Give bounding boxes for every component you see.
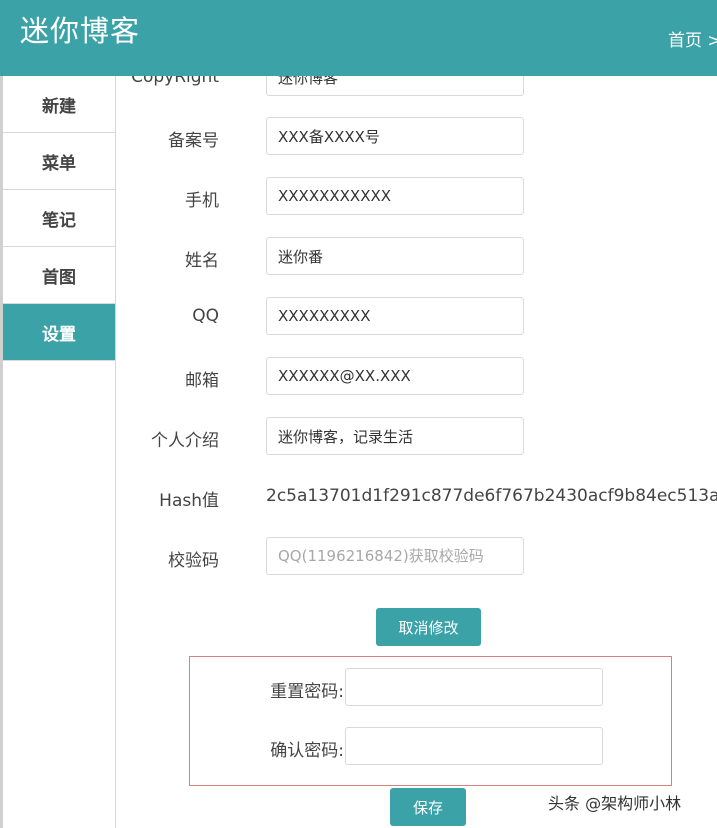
qq-label: QQ: [192, 306, 219, 326]
reset-password-label: 重置密码:: [270, 682, 344, 702]
sidebar-item-settings[interactable]: 设置: [3, 304, 115, 361]
qq-input[interactable]: [266, 297, 524, 335]
top-bar: 迷你博客 首页 >: [0, 0, 717, 76]
copyright-label: CopyRight: [131, 76, 219, 87]
sidebar-item-new[interactable]: 新建: [3, 76, 115, 133]
email-label: 邮箱: [185, 371, 219, 391]
name-input[interactable]: [266, 237, 524, 275]
bio-row: 个人介绍: [117, 417, 717, 455]
icp-input[interactable]: [266, 117, 524, 155]
name-row: 姓名: [117, 237, 717, 275]
hash-row: Hash值 2c5a13701d1f291c877de6f767b2430acf…: [117, 477, 717, 515]
icp-label: 备案号: [168, 131, 219, 151]
phone-row: 手机: [117, 177, 717, 215]
confirm-password-row: 确认密码:: [190, 727, 673, 765]
icp-row: 备案号: [117, 117, 717, 155]
verify-code-input[interactable]: [266, 537, 524, 575]
cancel-edit-button[interactable]: 取消修改: [376, 608, 481, 646]
verify-row: 校验码: [117, 537, 717, 575]
phone-label: 手机: [185, 191, 219, 211]
email-input[interactable]: [266, 357, 524, 395]
sidebar-item-menu[interactable]: 菜单: [3, 133, 115, 190]
reset-password-row: 重置密码:: [190, 668, 673, 706]
confirm-password-label: 确认密码:: [270, 741, 344, 761]
password-reset-box: 重置密码: 确认密码:: [189, 656, 672, 786]
site-title: 迷你博客: [20, 14, 141, 48]
qq-row: QQ: [117, 297, 717, 335]
watermark: 头条 @架构师小林: [548, 794, 682, 813]
copyright-row: CopyRight: [117, 76, 717, 96]
bio-label: 个人介绍: [151, 431, 219, 451]
email-row: 邮箱: [117, 357, 717, 395]
settings-form: CopyRight 备案号 手机 姓名 QQ 邮箱 个人介绍 Hash值 2c5…: [117, 76, 717, 828]
bio-input[interactable]: [266, 417, 524, 455]
nav-home-link[interactable]: 首页 >: [668, 26, 717, 51]
name-label: 姓名: [185, 251, 219, 271]
verify-label: 校验码: [168, 551, 219, 571]
sidebar-item-cover[interactable]: 首图: [3, 247, 115, 304]
phone-input[interactable]: [266, 177, 524, 215]
hash-value: 2c5a13701d1f291c877de6f767b2430acf9b84ec…: [266, 486, 717, 506]
sidebar-item-notes[interactable]: 笔记: [3, 190, 115, 247]
save-button[interactable]: 保存: [390, 788, 466, 826]
reset-password-input[interactable]: [345, 668, 603, 706]
hash-label: Hash值: [159, 491, 219, 511]
sidebar: 新建 菜单 笔记 首图 设置: [0, 76, 116, 828]
copyright-input[interactable]: [266, 76, 524, 96]
confirm-password-input[interactable]: [345, 727, 603, 765]
